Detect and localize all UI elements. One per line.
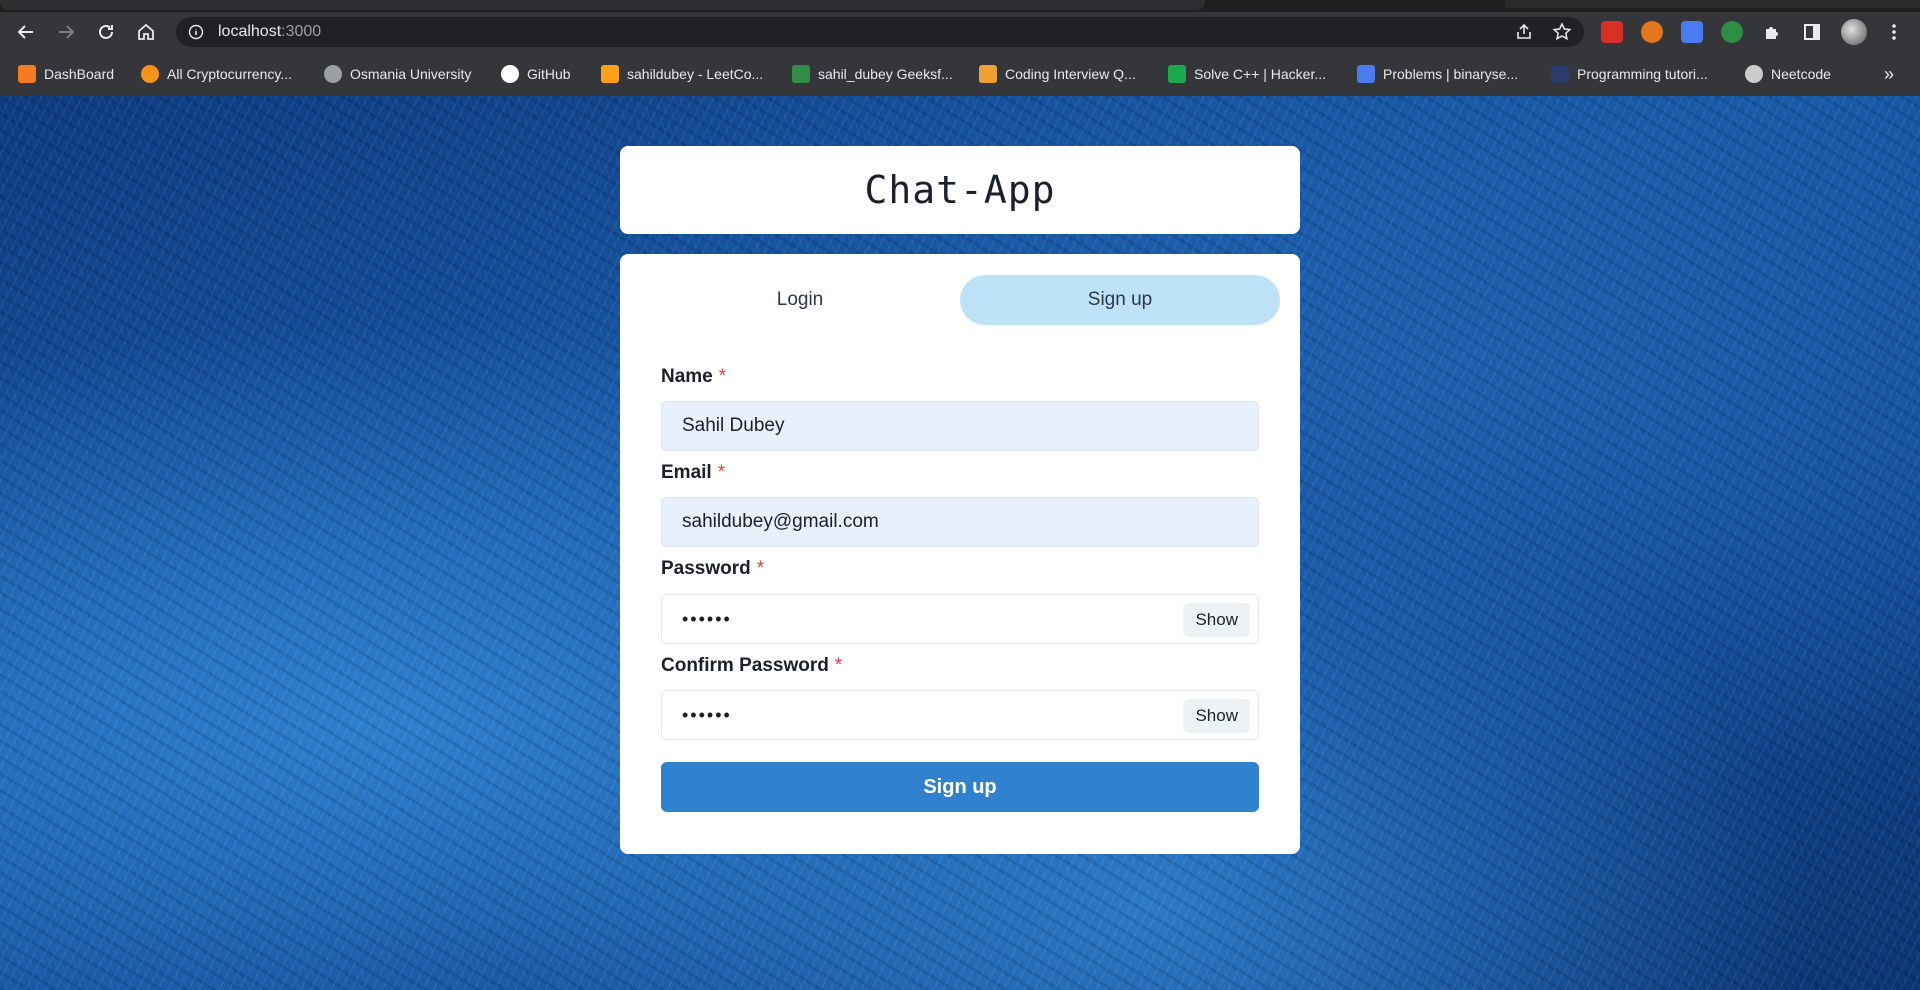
globe-icon xyxy=(324,65,342,83)
geeksforgeeks-icon xyxy=(792,65,810,83)
show-password-button[interactable]: Show xyxy=(1183,603,1250,637)
name-input[interactable]: Sahil Dubey xyxy=(661,401,1259,451)
show-confirm-password-button[interactable]: Show xyxy=(1183,699,1250,733)
extension-icon[interactable] xyxy=(1681,21,1703,43)
app-header: Chat-App xyxy=(620,146,1300,234)
leetcode-icon xyxy=(601,65,619,83)
required-mark: * xyxy=(718,366,727,387)
password-label: Password * xyxy=(661,558,765,579)
bookmark-item[interactable]: Neetcode xyxy=(1745,64,1831,84)
menu-icon[interactable] xyxy=(1880,18,1908,46)
bookmark-item[interactable]: Osmania University xyxy=(324,64,471,84)
home-icon[interactable] xyxy=(132,18,160,46)
page-background: Chat-App Login Sign up Name * Sahil Dubey… xyxy=(0,96,1920,990)
reload-icon[interactable] xyxy=(92,18,120,46)
password-value: •••••• xyxy=(682,608,732,629)
bookmark-item[interactable]: sahildubey - LeetCo... xyxy=(601,64,763,84)
confirm-password-value: •••••• xyxy=(682,704,732,725)
extension-icon[interactable] xyxy=(1601,21,1623,43)
share-icon[interactable] xyxy=(1514,22,1534,42)
tree-icon[interactable] xyxy=(1721,21,1743,43)
bookmarks-overflow-button[interactable]: » xyxy=(1884,64,1894,84)
browser-toolbar: localhost:3000 xyxy=(0,12,1920,52)
bookmark-item[interactable]: All Cryptocurrency... xyxy=(141,64,292,84)
bookmark-item[interactable]: GitHub xyxy=(501,64,571,84)
site-info-icon[interactable] xyxy=(188,24,204,40)
bookmark-item[interactable]: Problems | binaryse... xyxy=(1357,64,1518,84)
binarysearch-icon xyxy=(1357,65,1375,83)
tutorial-icon xyxy=(1551,65,1569,83)
metamask-icon[interactable] xyxy=(1641,21,1663,43)
puzzle-icon[interactable] xyxy=(1758,18,1786,46)
confirm-password-label: Confirm Password * xyxy=(661,655,843,676)
bookmark-item[interactable]: Solve C++ | Hacker... xyxy=(1168,64,1326,84)
name-value: Sahil Dubey xyxy=(682,415,785,436)
confirm-password-input[interactable]: •••••• Show xyxy=(661,690,1259,740)
email-value: sahildubey@gmail.com xyxy=(682,511,879,532)
browser-tab[interactable] xyxy=(1505,0,1920,8)
bookmark-item[interactable]: sahil_dubey Geeksf... xyxy=(792,64,953,84)
email-input[interactable]: sahildubey@gmail.com xyxy=(661,497,1259,547)
back-icon[interactable] xyxy=(12,18,40,46)
password-input[interactable]: •••••• Show xyxy=(661,594,1259,644)
required-mark: * xyxy=(717,462,726,483)
hackerrank-icon xyxy=(1168,65,1186,83)
url-text: localhost:3000 xyxy=(218,23,322,40)
neetcode-icon xyxy=(1745,65,1763,83)
address-bar[interactable]: localhost:3000 xyxy=(176,17,1584,47)
bookmarks-bar: DashBoard All Cryptocurrency... Osmania … xyxy=(0,52,1920,97)
auth-card: Login Sign up Name * Sahil Dubey Email * s… xyxy=(620,254,1300,854)
bookmark-item[interactable]: Coding Interview Q... xyxy=(979,64,1136,84)
forward-icon[interactable] xyxy=(52,18,80,46)
bookmark-item[interactable]: Programming tutori... xyxy=(1551,64,1708,84)
app-title: Chat-App xyxy=(864,168,1056,212)
star-icon[interactable] xyxy=(1552,22,1572,42)
bookmark-item[interactable]: DashBoard xyxy=(18,64,114,84)
tab-login[interactable]: Login xyxy=(640,275,960,325)
email-label: Email * xyxy=(661,462,726,483)
required-mark: * xyxy=(756,558,765,579)
signup-submit-button[interactable]: Sign up xyxy=(661,762,1259,812)
active-tab[interactable] xyxy=(0,0,1205,10)
interview-icon xyxy=(979,65,997,83)
sidepanel-icon[interactable] xyxy=(1798,18,1826,46)
tab-signup[interactable]: Sign up xyxy=(960,275,1280,325)
required-mark: * xyxy=(834,655,843,676)
bitcoin-icon xyxy=(141,65,159,83)
github-icon xyxy=(501,65,519,83)
browser-tabstrip xyxy=(0,0,1920,12)
name-label: Name * xyxy=(661,366,727,387)
bookmark-favicon-icon xyxy=(18,65,36,83)
auth-tabs: Login Sign up xyxy=(640,275,1280,325)
avatar[interactable] xyxy=(1841,19,1867,45)
